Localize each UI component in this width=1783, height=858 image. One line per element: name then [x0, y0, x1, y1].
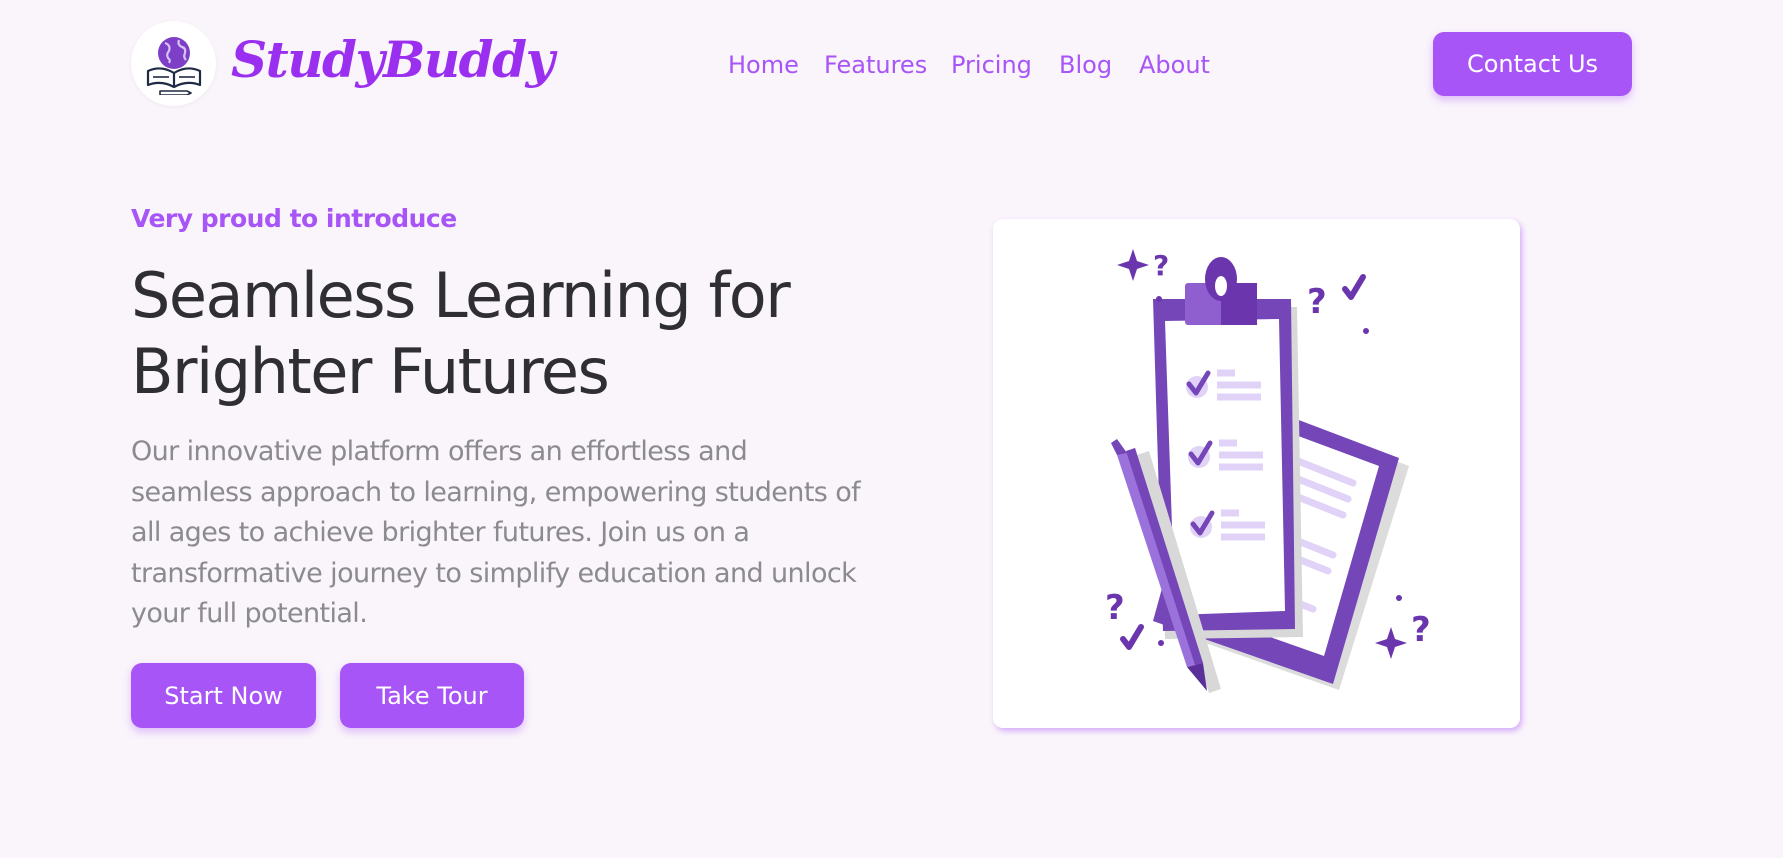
- hero-eyebrow: Very proud to introduce: [131, 204, 457, 233]
- nav-home[interactable]: Home: [728, 49, 799, 81]
- clipboard-checklist-illustration: ? ? ? ?: [1105, 249, 1431, 693]
- hero-illustration-card: ? ? ? ?: [993, 219, 1520, 728]
- nav-blog[interactable]: Blog: [1059, 49, 1112, 81]
- nav-pricing[interactable]: Pricing: [951, 49, 1032, 81]
- svg-text:?: ?: [1411, 610, 1431, 650]
- svg-text:?: ?: [1307, 282, 1327, 322]
- take-tour-button[interactable]: Take Tour: [340, 663, 524, 728]
- globe-book-icon: [146, 37, 202, 95]
- nav-about[interactable]: About: [1139, 49, 1210, 81]
- start-now-button[interactable]: Start Now: [131, 663, 316, 728]
- nav-features[interactable]: Features: [824, 49, 927, 81]
- hero-title: Seamless Learning for Brighter Futures: [131, 259, 791, 408]
- svg-text:?: ?: [1105, 588, 1125, 628]
- brand-name[interactable]: StudyBuddy: [231, 28, 555, 92]
- logo-badge[interactable]: [131, 21, 216, 106]
- contact-us-button[interactable]: Contact Us: [1433, 32, 1632, 96]
- hero-description: Our innovative platform offers an effort…: [131, 436, 861, 629]
- svg-text:?: ?: [1153, 249, 1169, 282]
